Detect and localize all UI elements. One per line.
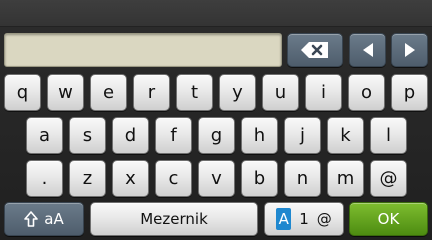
key-z[interactable]: z bbox=[69, 160, 106, 197]
shift-label: aA bbox=[44, 210, 64, 228]
key-label: h bbox=[253, 125, 266, 146]
key-s[interactable]: s bbox=[69, 117, 106, 154]
key-f[interactable]: f bbox=[155, 117, 192, 154]
key-label: k bbox=[340, 125, 351, 146]
shift-up-arrow-icon bbox=[24, 211, 39, 227]
key-i[interactable]: i bbox=[305, 74, 342, 111]
key-label: o bbox=[360, 82, 372, 103]
key-t[interactable]: t bbox=[176, 74, 213, 111]
key-g[interactable]: g bbox=[198, 117, 235, 154]
mode-alpha-indicator: A bbox=[276, 208, 292, 230]
key-a[interactable]: a bbox=[26, 117, 63, 154]
key-label: x bbox=[125, 168, 136, 189]
key-p[interactable]: p bbox=[391, 74, 428, 111]
key-label: @ bbox=[379, 168, 398, 189]
key-label: l bbox=[385, 125, 391, 146]
key-k[interactable]: k bbox=[327, 117, 364, 154]
ok-label: OK bbox=[377, 210, 400, 228]
key-label: y bbox=[232, 82, 243, 103]
key-label: p bbox=[403, 82, 416, 103]
key-label: r bbox=[147, 82, 156, 103]
key-label: t bbox=[190, 82, 199, 103]
key-label: v bbox=[211, 168, 222, 189]
key-e[interactable]: e bbox=[90, 74, 127, 111]
key-label: a bbox=[38, 125, 51, 146]
key-m[interactable]: m bbox=[327, 160, 364, 197]
key-label: d bbox=[124, 125, 137, 146]
text-input-field[interactable] bbox=[4, 33, 282, 67]
space-label: Mezernik bbox=[140, 210, 208, 228]
backspace-icon bbox=[301, 42, 328, 58]
key-label: c bbox=[168, 168, 179, 189]
shift-button[interactable]: aA bbox=[4, 202, 84, 236]
key-w[interactable]: w bbox=[47, 74, 84, 111]
key-b[interactable]: b bbox=[241, 160, 278, 197]
key-at[interactable]: @ bbox=[370, 160, 407, 197]
key-label: f bbox=[170, 125, 177, 146]
mode-numeric-label: 1 bbox=[299, 210, 309, 228]
key-y[interactable]: y bbox=[219, 74, 256, 111]
key-label: w bbox=[58, 82, 73, 103]
cursor-right-button[interactable] bbox=[391, 33, 428, 67]
key-o[interactable]: o bbox=[348, 74, 385, 111]
key-label: z bbox=[82, 168, 93, 189]
mode-symbol-label: @ bbox=[316, 210, 332, 228]
key-label: m bbox=[336, 168, 355, 189]
key-label: j bbox=[299, 125, 305, 146]
key-label: u bbox=[274, 82, 287, 103]
key-label: g bbox=[210, 125, 223, 146]
key-label: e bbox=[102, 82, 115, 103]
arrow-left-icon bbox=[362, 43, 373, 57]
key-label: b bbox=[253, 168, 266, 189]
key-x[interactable]: x bbox=[112, 160, 149, 197]
key-n[interactable]: n bbox=[284, 160, 321, 197]
key-q[interactable]: q bbox=[4, 74, 41, 111]
key-r[interactable]: r bbox=[133, 74, 170, 111]
cursor-left-button[interactable] bbox=[349, 33, 386, 67]
backspace-button[interactable] bbox=[287, 33, 343, 67]
input-mode-button[interactable]: A 1 @ bbox=[264, 202, 344, 236]
key-label: i bbox=[320, 82, 326, 103]
space-button[interactable]: Mezernik bbox=[90, 202, 258, 236]
shift-content: aA bbox=[24, 210, 64, 228]
key-d[interactable]: d bbox=[112, 117, 149, 154]
key-l[interactable]: l bbox=[370, 117, 407, 154]
key-label: . bbox=[41, 168, 48, 189]
key-v[interactable]: v bbox=[198, 160, 235, 197]
key-label: s bbox=[82, 125, 93, 146]
arrow-right-icon bbox=[404, 43, 415, 57]
key-u[interactable]: u bbox=[262, 74, 299, 111]
ok-button[interactable]: OK bbox=[349, 202, 428, 236]
key-j[interactable]: j bbox=[284, 117, 321, 154]
key-h[interactable]: h bbox=[241, 117, 278, 154]
top-status-bar bbox=[0, 0, 432, 27]
key-label: q bbox=[16, 82, 29, 103]
key-label: n bbox=[296, 168, 309, 189]
key-c[interactable]: c bbox=[155, 160, 192, 197]
key-period[interactable]: . bbox=[26, 160, 63, 197]
